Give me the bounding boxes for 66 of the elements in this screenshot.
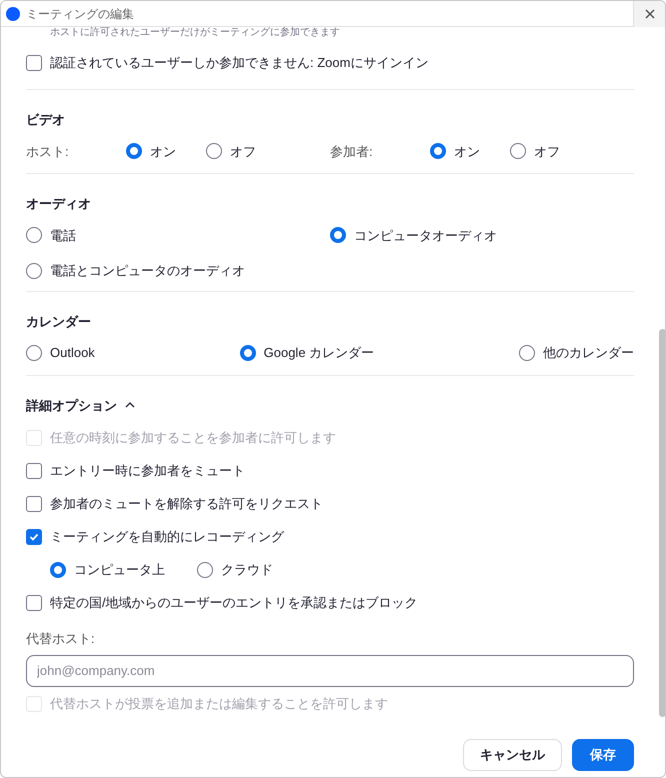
- radio-button[interactable]: [26, 227, 42, 244]
- checkbox-label: エントリー時に参加者をミュート: [50, 462, 245, 480]
- group-label: 参加者:: [330, 142, 374, 160]
- radio-label: オン: [454, 142, 480, 160]
- radio-button[interactable]: [518, 344, 535, 361]
- checkbox-label: ミーティングを自動的にレコーディング: [50, 528, 284, 546]
- checkbox-label: 代替ホストが投票を追加または編集することを許可します: [50, 694, 388, 713]
- hint-text: ホストに許可されたユーザーだけがミーティングに参加できます: [49, 27, 341, 37]
- radio-option[interactable]: 他のカレンダー: [518, 343, 634, 362]
- radio-option[interactable]: オン: [126, 142, 176, 161]
- radio-button[interactable]: [50, 562, 66, 578]
- radio-button[interactable]: [430, 143, 446, 160]
- section-title: オーディオ: [26, 195, 92, 213]
- checkbox-label: 特定の国/地域からのユーザーのエントリを承認またはブロック: [50, 594, 418, 612]
- checkbox[interactable]: [26, 594, 42, 610]
- radio-label: オフ: [230, 142, 256, 160]
- radio-button[interactable]: [240, 344, 256, 361]
- radio-option[interactable]: コンピュータオーディオ: [330, 226, 634, 245]
- field-label: 代替ホスト:: [26, 630, 96, 648]
- close-icon: [644, 8, 654, 18]
- checkbox[interactable]: [26, 55, 42, 71]
- radio-option[interactable]: オン: [430, 142, 480, 161]
- radio-button[interactable]: [26, 344, 42, 361]
- checkbox-label: 任意の時刻に参加することを参加者に許可します: [50, 428, 336, 447]
- radio-option[interactable]: オフ: [510, 142, 560, 161]
- save-button[interactable]: 保存: [572, 738, 634, 770]
- window-title: ミーティングの編集: [26, 6, 135, 22]
- radio-option[interactable]: 電話: [26, 226, 330, 245]
- advanced-options-toggle[interactable]: 詳細オプション: [26, 396, 135, 415]
- cancel-button[interactable]: キャンセル: [463, 738, 562, 770]
- radio-option[interactable]: Outlook: [26, 343, 95, 362]
- radio-label: オン: [150, 142, 176, 160]
- radio-option[interactable]: オフ: [206, 142, 256, 161]
- checkbox-label: 認証されているユーザーしか参加できません: Zoomにサインイン: [50, 54, 428, 72]
- radio-button[interactable]: [26, 262, 42, 279]
- radio-option[interactable]: 電話とコンピュータのオーディオ: [26, 261, 330, 280]
- radio-label: 他のカレンダー: [542, 344, 634, 362]
- chevron-icon: [125, 402, 135, 408]
- alternative-host-input-field[interactable]: john@company.com: [26, 654, 634, 686]
- checkmark-icon: [29, 532, 39, 542]
- app-logo-icon: [6, 6, 20, 20]
- radio-label: コンピュータオーディオ: [354, 226, 497, 244]
- radio-label: クラウド: [221, 560, 273, 579]
- checkbox[interactable]: [26, 462, 42, 478]
- radio-option[interactable]: クラウド: [197, 560, 273, 580]
- radio-label: Outlook: [50, 344, 95, 362]
- radio-button[interactable]: [197, 562, 213, 578]
- radio-label: コンピュータ上: [74, 560, 165, 579]
- scrollbar-thumb[interactable]: [659, 329, 665, 717]
- group-label: ホスト:: [26, 142, 70, 160]
- section-title: カレンダー: [26, 312, 92, 330]
- radio-label: オフ: [534, 142, 560, 160]
- radio-button[interactable]: [206, 143, 222, 160]
- checkbox[interactable]: [26, 528, 42, 544]
- radio-button[interactable]: [510, 143, 526, 160]
- radio-option[interactable]: Google カレンダー: [240, 343, 374, 362]
- section-title: ビデオ: [26, 111, 66, 129]
- radio-button[interactable]: [126, 143, 142, 160]
- radio-label: Google カレンダー: [264, 344, 374, 362]
- radio-option[interactable]: コンピュータ上: [50, 560, 165, 580]
- radio-label: 電話: [50, 226, 76, 244]
- close-button[interactable]: [633, 1, 665, 26]
- radio-button[interactable]: [330, 227, 346, 244]
- checkbox[interactable]: [26, 496, 42, 512]
- checkbox-label: 参加者のミュートを解除する許可をリクエスト: [50, 494, 323, 513]
- radio-label: 電話とコンピュータのオーディオ: [50, 262, 245, 280]
